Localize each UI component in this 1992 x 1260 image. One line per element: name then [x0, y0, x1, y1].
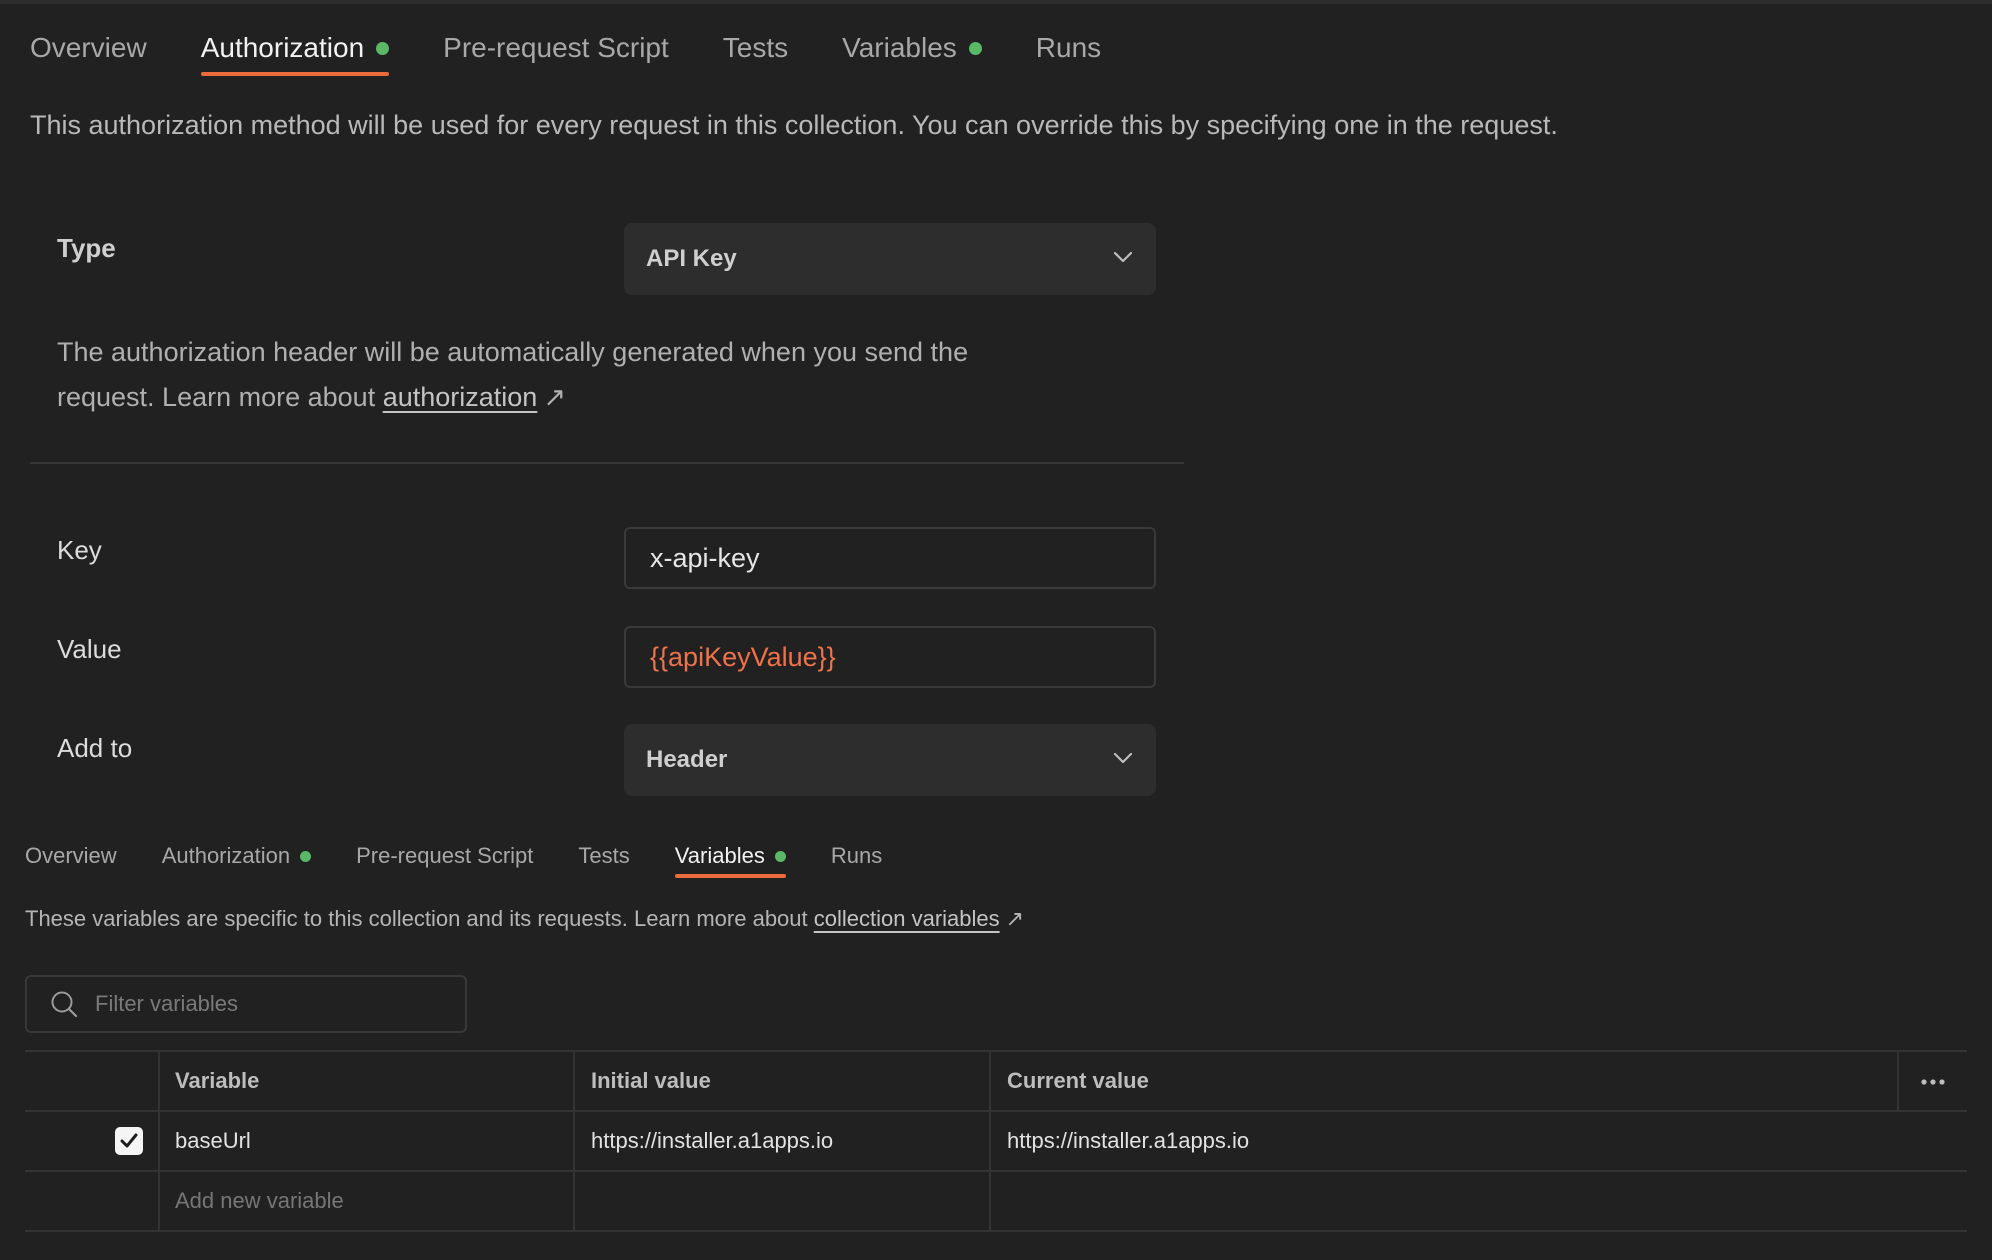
tab-runs[interactable]: Runs [831, 834, 882, 878]
auth-help-text: The authorization header will be automat… [57, 330, 1057, 420]
top-border [0, 0, 1992, 4]
initial-value-cell[interactable]: https://installer.a1apps.io [575, 1112, 989, 1170]
column-header-variable: Variable [175, 1068, 260, 1093]
table-header-row: Variable Initial value Current value [25, 1050, 1967, 1112]
tab-pre-request-script[interactable]: Pre-request Script [443, 20, 669, 76]
collection-tabs-secondary: Overview Authorization Pre-request Scrip… [25, 834, 927, 878]
variable-name-cell[interactable]: baseUrl [159, 1112, 573, 1170]
chevron-down-icon [1113, 752, 1133, 764]
value-label: Value [57, 634, 122, 664]
type-label: Type [57, 233, 116, 263]
tab-overview[interactable]: Overview [25, 834, 117, 878]
check-icon [120, 1133, 138, 1148]
variable-enabled-checkbox[interactable] [115, 1127, 143, 1155]
tab-runs[interactable]: Runs [1036, 20, 1101, 76]
tab-overview[interactable]: Overview [30, 20, 147, 76]
external-link-icon: ↗ [1005, 906, 1025, 931]
add-to-label: Add to [57, 733, 133, 763]
add-variable-row: Add new variable [25, 1172, 1967, 1232]
column-header-current-value: Current value [1007, 1068, 1149, 1093]
search-icon [51, 991, 78, 1018]
auth-type-value: API Key [646, 245, 737, 272]
filter-placeholder: Filter variables [95, 991, 239, 1016]
variables-table: Variable Initial value Current value bas… [25, 1050, 1967, 1232]
status-dot-icon [376, 41, 390, 55]
value-input[interactable]: {{apiKeyValue}} [624, 626, 1156, 688]
tab-variables[interactable]: Variables [674, 834, 786, 878]
authorization-link[interactable]: authorization [383, 382, 538, 412]
variables-description: These variables are specific to this col… [25, 906, 1025, 931]
table-row: baseUrl https://installer.a1apps.io http… [25, 1112, 1967, 1172]
collection-variables-link[interactable]: collection variables [814, 906, 1000, 931]
more-options-icon[interactable] [1919, 1070, 1947, 1094]
status-dot-icon [774, 850, 786, 862]
section-divider [30, 462, 1184, 464]
new-current-value-input[interactable] [991, 1172, 1891, 1230]
add-new-variable-input[interactable]: Add new variable [159, 1172, 573, 1230]
status-dot-icon [300, 850, 312, 862]
tab-tests[interactable]: Tests [578, 834, 629, 878]
new-initial-value-input[interactable] [575, 1172, 989, 1230]
tab-variables[interactable]: Variables [842, 20, 982, 76]
column-header-initial-value: Initial value [591, 1068, 711, 1093]
filter-variables-input[interactable]: Filter variables [25, 975, 467, 1033]
current-value-cell[interactable]: https://installer.a1apps.io [991, 1112, 1891, 1170]
add-to-value: Header [646, 746, 728, 773]
status-dot-icon [968, 41, 982, 55]
tab-authorization[interactable]: Authorization [162, 834, 312, 878]
key-label: Key [57, 535, 102, 565]
auth-description: This authorization method will be used f… [30, 110, 1558, 140]
add-to-select[interactable]: Header [624, 724, 1156, 796]
key-input[interactable]: x-api-key [624, 527, 1156, 589]
tab-pre-request-script[interactable]: Pre-request Script [356, 834, 533, 878]
tab-tests[interactable]: Tests [723, 20, 788, 76]
collection-tabs: Overview Authorization Pre-request Scrip… [30, 20, 1155, 76]
auth-type-select[interactable]: API Key [624, 223, 1156, 295]
chevron-down-icon [1113, 251, 1133, 263]
external-link-icon: ↗ [543, 382, 566, 412]
tab-authorization[interactable]: Authorization [200, 20, 390, 76]
